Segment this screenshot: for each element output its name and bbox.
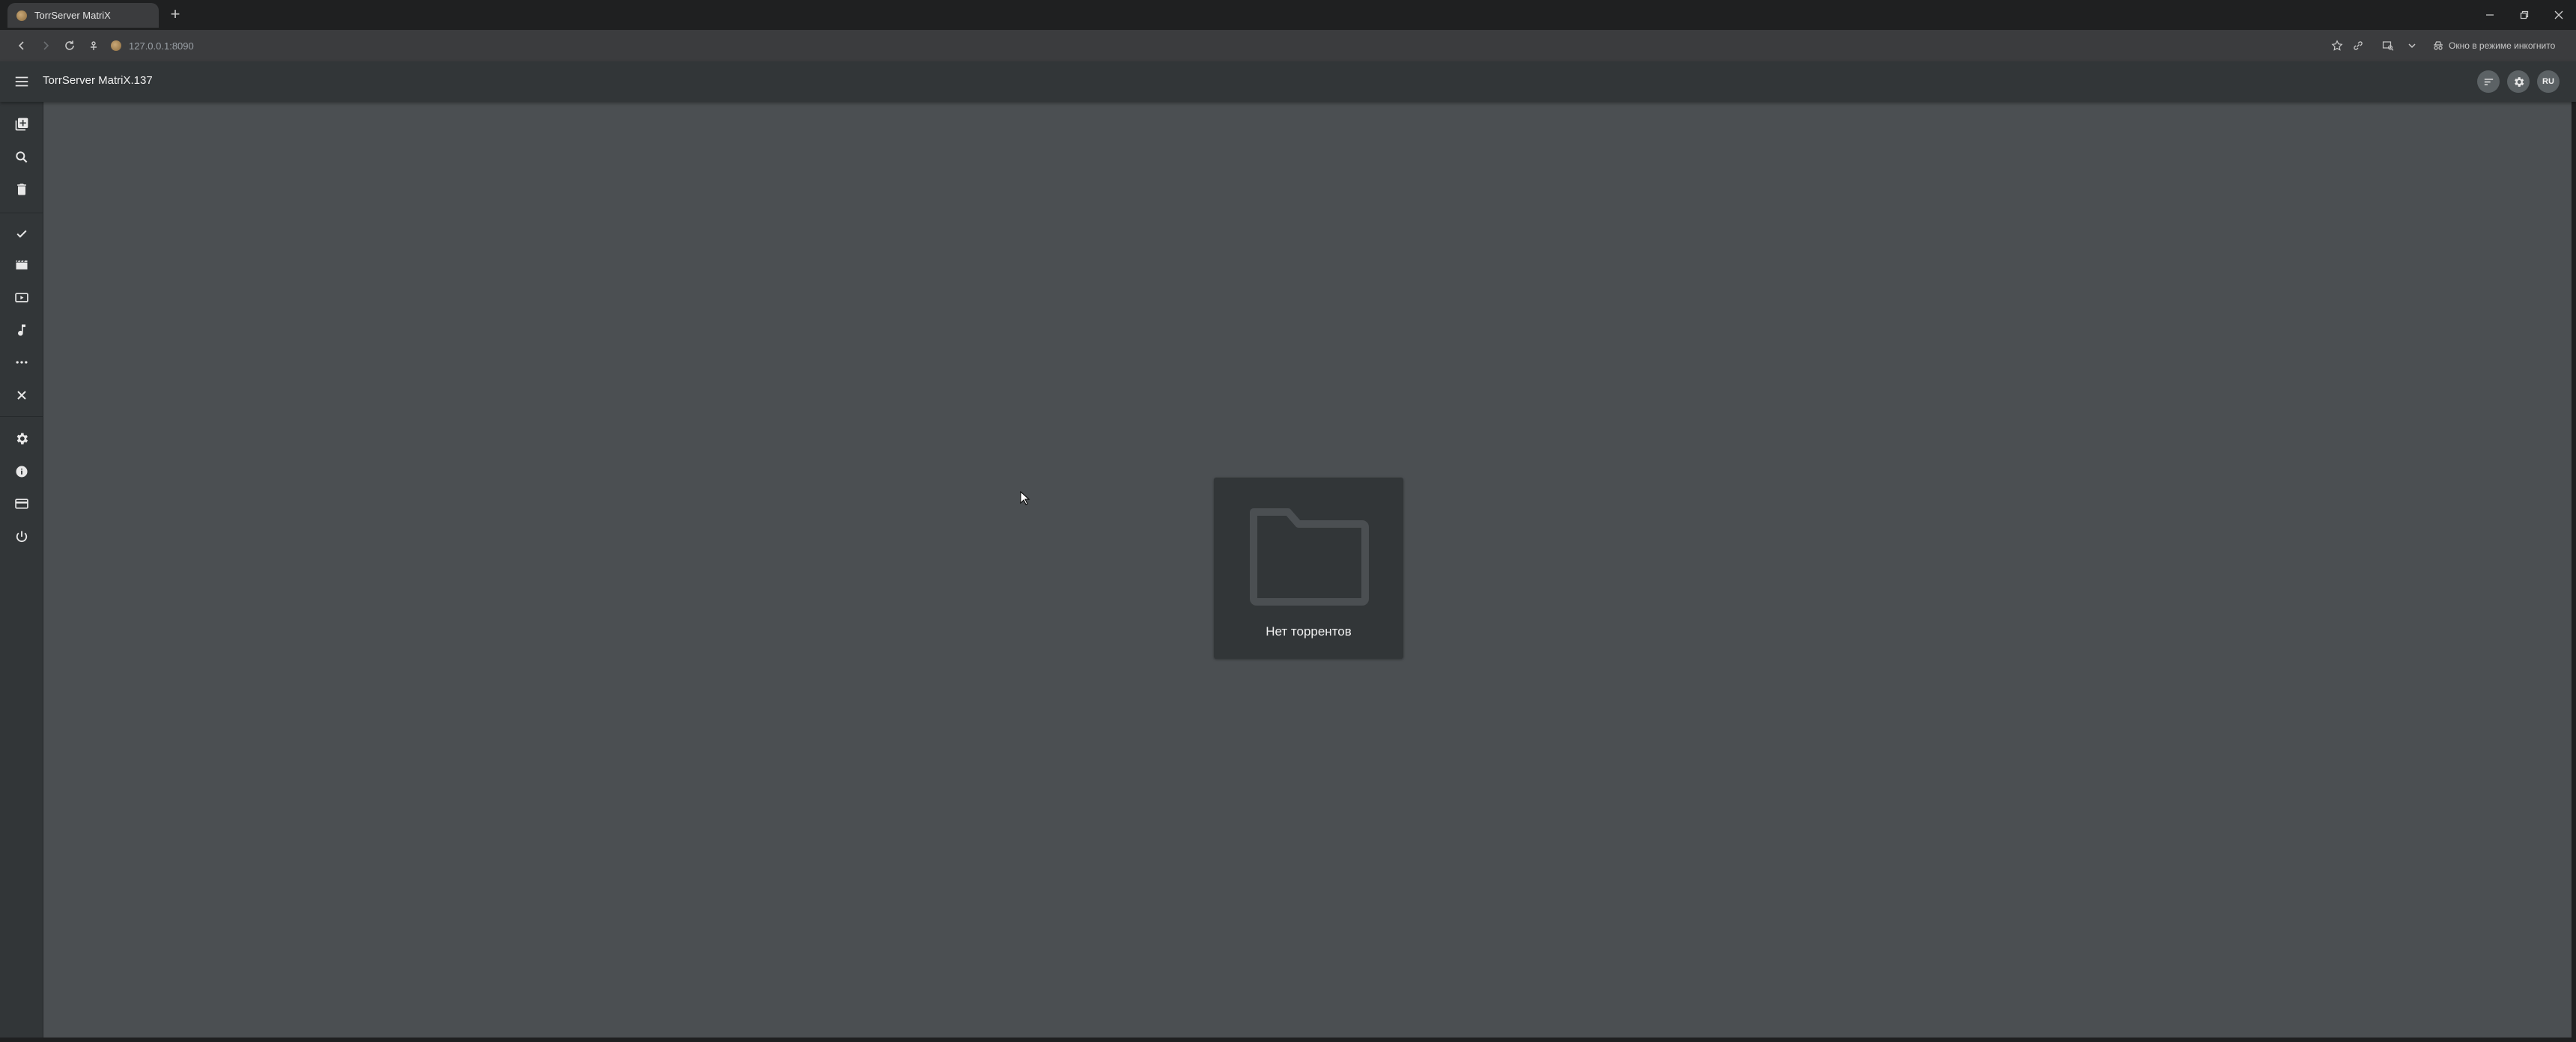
sidebar-item-remove-all[interactable] [0,174,43,204]
torrserver-app: TorrServer MatriX.137 RU Нет торрентов [0,61,2576,1042]
sidebar-item-close[interactable] [0,380,43,410]
close-window-icon [2554,10,2563,19]
gear-icon [2514,76,2524,87]
sidebar-item-donate[interactable] [0,489,43,519]
power-icon [16,531,28,542]
sidebar [0,102,43,1042]
tv-icon [15,293,28,302]
sidebar-item-music[interactable] [0,315,43,345]
app-title: TorrServer MatriX.137 [43,74,153,87]
empty-state-message: Нет торрентов [1266,624,1352,639]
bookmark-button[interactable] [2329,37,2345,54]
back-button[interactable] [13,37,30,54]
tab-search-button[interactable] [2380,37,2396,54]
reload-icon [65,40,74,50]
reload-button[interactable] [61,37,78,54]
browser-tabstrip: TorrServer MatriX + [0,0,2576,30]
browser-tab[interactable]: TorrServer MatriX [7,3,159,28]
more-icon [16,361,28,364]
add-library-icon [15,118,28,131]
site-favicon-icon [111,40,121,51]
sort-button[interactable] [2477,70,2500,93]
search-icon [16,151,28,163]
site-info-button[interactable] [85,37,102,54]
folder-icon [1250,508,1369,606]
link-button[interactable] [2350,37,2366,54]
main-content: Нет торрентов [43,102,2571,1038]
address-bar[interactable]: 127.0.0.1:8090 [111,36,2327,55]
language-label: RU [2542,77,2554,86]
tune-icon [91,41,97,50]
check-icon [16,230,27,238]
settings-button[interactable] [2507,70,2530,93]
tab-favicon-icon [16,10,27,21]
incognito-indicator[interactable]: Окно в режиме инкогнито [2432,37,2555,54]
chevron-down-icon [2408,43,2416,49]
close-icon [17,391,26,400]
tab-dropdown-button[interactable] [2404,37,2420,54]
sidebar-item-search[interactable] [0,142,43,172]
tab-search-icon [2382,41,2394,51]
music-icon [18,324,25,336]
incognito-label: Окно в режиме инкогнито [2449,40,2556,51]
settings-icon [16,433,28,445]
back-arrow-icon [18,41,24,50]
sidebar-item-about[interactable] [0,457,43,487]
sidebar-item-movies[interactable] [0,250,43,280]
app-bar: TorrServer MatriX.137 RU [0,61,2576,102]
menu-button[interactable] [12,73,31,91]
sidebar-item-other[interactable] [0,347,43,377]
star-icon [2331,40,2343,51]
window-edge [2572,61,2576,1042]
language-button[interactable]: RU [2537,70,2560,93]
restore-icon [2520,10,2529,19]
address-url: 127.0.0.1:8090 [129,40,194,52]
new-tab-button[interactable]: + [166,6,184,24]
hamburger-menu-icon [15,76,28,87]
forward-button[interactable] [37,37,54,54]
info-icon [16,466,28,478]
mouse-cursor-icon [1020,491,1030,505]
tab-title: TorrServer MatriX [34,10,111,21]
close-window-button[interactable] [2542,0,2576,30]
movie-icon [16,260,28,269]
forward-arrow-icon [43,41,49,50]
minimize-button[interactable] [2473,0,2507,30]
sidebar-item-settings[interactable] [0,424,43,454]
restore-button[interactable] [2507,0,2542,30]
sidebar-item-series[interactable] [0,283,43,313]
sort-icon [2484,78,2493,85]
trash-icon [17,183,26,195]
sidebar-item-add-torrent[interactable] [0,109,43,139]
sidebar-item-all[interactable] [0,219,43,249]
card-icon [15,499,28,509]
link-icon [2354,41,2363,50]
empty-state-card: Нет торрентов [1214,478,1403,659]
minimize-icon [2486,14,2494,16]
incognito-icon [2434,41,2443,50]
window-edge [0,1038,2576,1042]
browser-toolbar: 127.0.0.1:8090 Окно в режиме инкогнито [0,30,2576,61]
sidebar-item-shutdown[interactable] [0,522,43,552]
sidebar-divider [0,416,43,417]
